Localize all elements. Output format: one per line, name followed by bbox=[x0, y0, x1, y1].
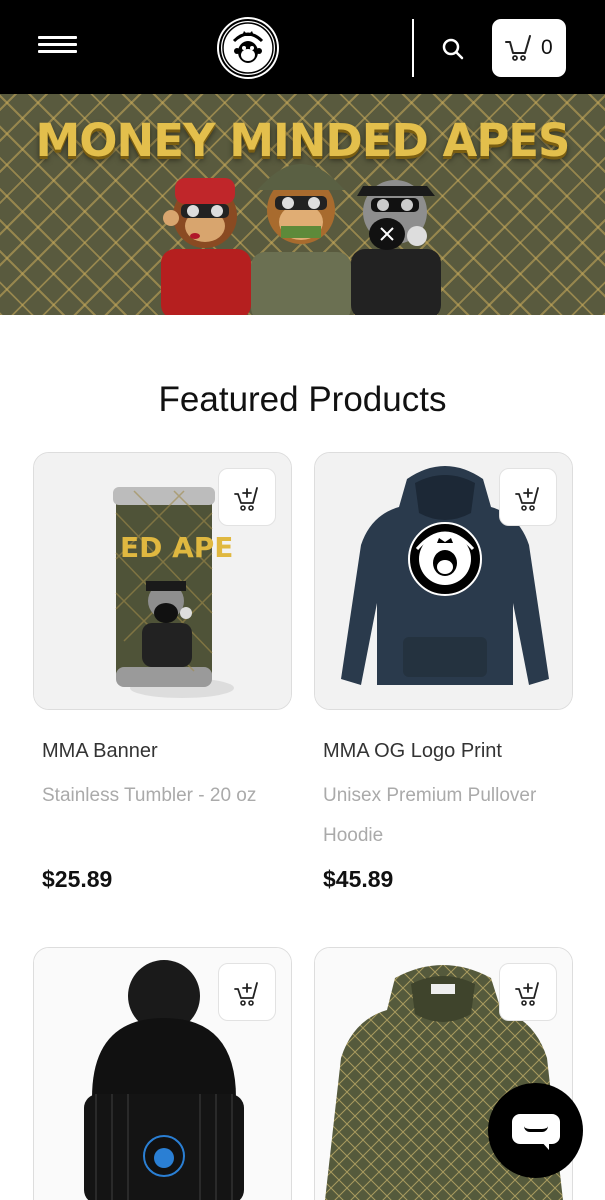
hero-banner[interactable]: MONEY MINDED APES bbox=[0, 94, 605, 315]
header-divider bbox=[412, 19, 414, 77]
hamburger-menu-icon[interactable] bbox=[38, 36, 78, 56]
add-to-cart-icon[interactable] bbox=[499, 468, 557, 526]
product-name[interactable]: MMA Banner bbox=[42, 740, 292, 763]
product-card-beanie[interactable] bbox=[33, 947, 292, 1200]
apes-illustration bbox=[161, 164, 441, 315]
add-to-cart-icon[interactable] bbox=[218, 468, 276, 526]
chat-icon[interactable] bbox=[488, 1083, 583, 1178]
search-icon[interactable] bbox=[440, 36, 466, 62]
add-to-cart-icon[interactable] bbox=[218, 963, 276, 1021]
add-to-cart-icon[interactable] bbox=[499, 963, 557, 1021]
cart-count: 0 bbox=[541, 36, 553, 59]
cart-button[interactable]: 0 bbox=[492, 19, 566, 77]
product-price: $25.89 bbox=[42, 866, 113, 892]
shopping-cart-icon bbox=[505, 35, 531, 61]
product-name[interactable]: MMA OG Logo Print bbox=[323, 740, 573, 763]
product-card-hoodie[interactable]: MMA OG Logo Print Unisex Premium Pullove… bbox=[314, 452, 573, 902]
svg-text:ED APE: ED APE bbox=[120, 531, 233, 564]
money-minded-apes-logo[interactable] bbox=[219, 19, 277, 77]
product-description: Stainless Tumbler - 20 oz bbox=[42, 785, 257, 806]
featured-products-title: Featured Products bbox=[158, 380, 447, 419]
product-description: Unisex Premium Pullover Hoodie bbox=[323, 785, 537, 846]
product-card-tumbler[interactable]: ED APE MMA Banner Stainless Tumbler - 20… bbox=[33, 452, 292, 902]
product-price: $45.89 bbox=[323, 866, 394, 892]
site-header: 0 bbox=[0, 0, 605, 94]
